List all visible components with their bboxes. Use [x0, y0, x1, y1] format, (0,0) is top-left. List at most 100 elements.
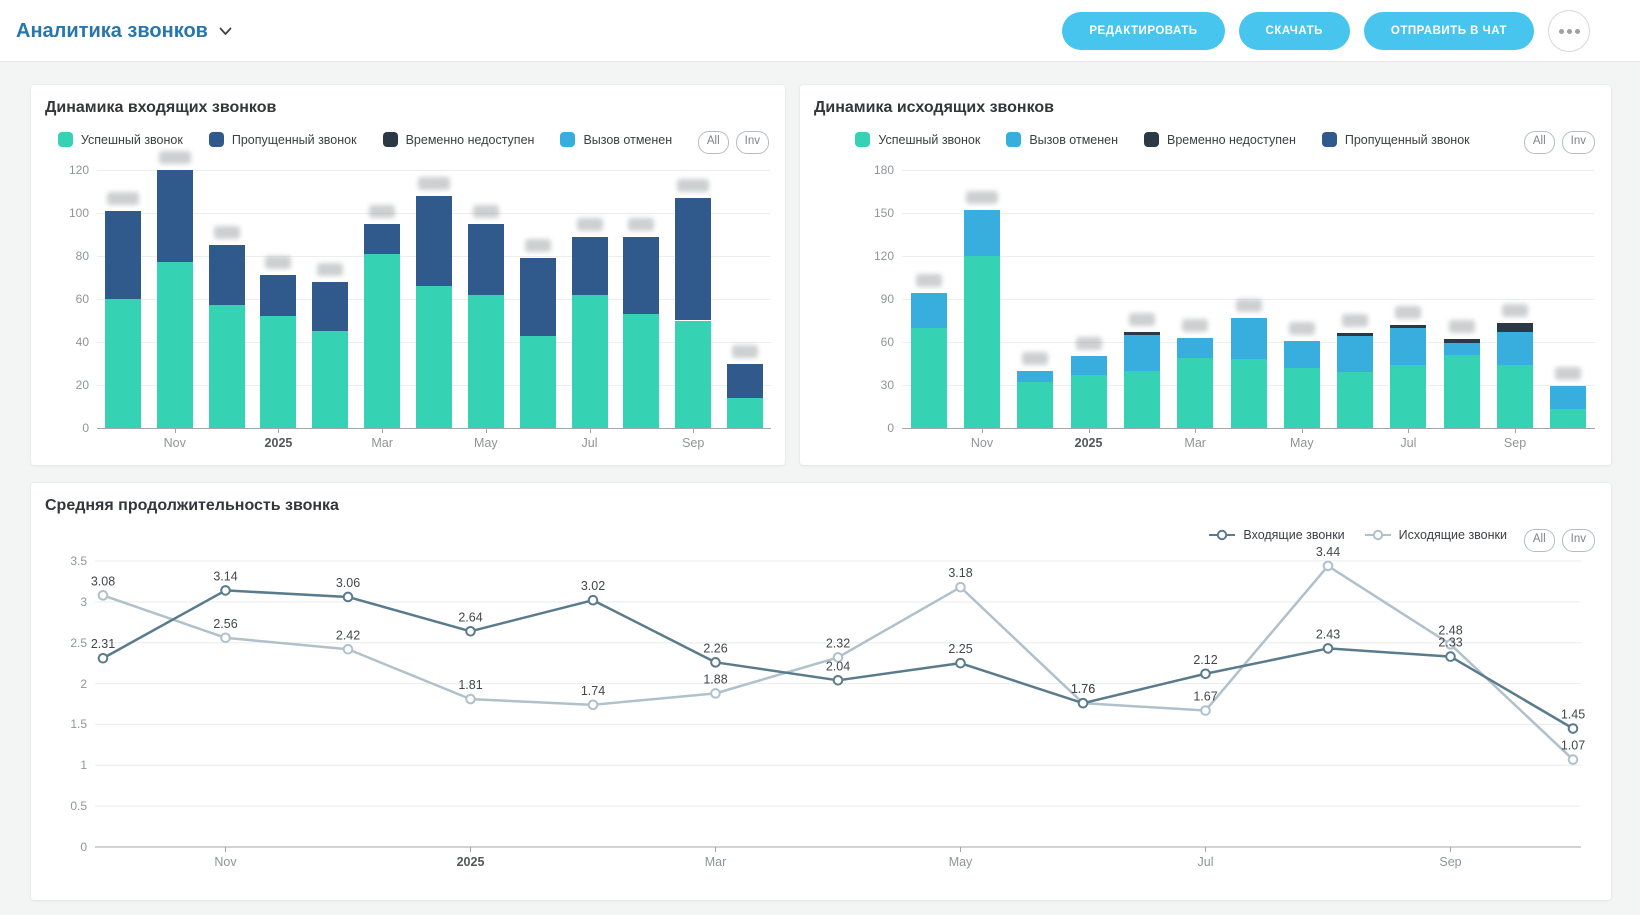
bar-segment[interactable]: [1390, 365, 1426, 428]
incoming-calls-card: Динамика входящих звонков Успешный звоно…: [31, 85, 785, 465]
bar-segment[interactable]: [1444, 355, 1480, 428]
data-point-marker[interactable]: [1324, 644, 1333, 653]
bar-segment[interactable]: [209, 305, 245, 428]
x-axis-tick: [590, 428, 591, 433]
more-options-button[interactable]: [1548, 10, 1590, 52]
bar-segment[interactable]: [260, 316, 296, 428]
bar-segment[interactable]: [1497, 365, 1533, 428]
x-axis-label: Sep: [1439, 855, 1461, 869]
bar-segment[interactable]: [623, 314, 659, 428]
bar-segment[interactable]: [1124, 332, 1160, 335]
bar-segment[interactable]: [911, 293, 947, 327]
bar-segment[interactable]: [911, 328, 947, 428]
data-point-marker[interactable]: [466, 695, 475, 704]
bar-segment[interactable]: [209, 245, 245, 305]
bar-segment[interactable]: [1284, 368, 1320, 428]
edit-button[interactable]: РЕДАКТИРОВАТЬ: [1062, 12, 1224, 50]
bar-segment[interactable]: [105, 211, 141, 299]
bar-segment[interactable]: [157, 262, 193, 428]
bar-segment[interactable]: [364, 254, 400, 428]
redacted-value-label: [1182, 319, 1208, 332]
data-point-marker[interactable]: [466, 627, 475, 636]
bar-segment[interactable]: [1231, 359, 1267, 428]
bar-segment[interactable]: [572, 295, 608, 428]
data-point-marker[interactable]: [344, 593, 353, 602]
download-button[interactable]: СКАЧАТЬ: [1239, 12, 1350, 50]
data-point-marker[interactable]: [99, 591, 108, 600]
send-to-chat-button[interactable]: ОТПРАВИТЬ В ЧАТ: [1364, 12, 1534, 50]
bar-segment[interactable]: [416, 196, 452, 286]
bar-segment[interactable]: [1390, 325, 1426, 328]
data-point-marker[interactable]: [1446, 652, 1455, 661]
data-point-label: 2.56: [213, 617, 237, 631]
bar-segment[interactable]: [1444, 343, 1480, 354]
bar-segment[interactable]: [468, 224, 504, 295]
bar-segment[interactable]: [260, 275, 296, 316]
redacted-value-label: [966, 191, 998, 204]
bar-segment[interactable]: [1071, 375, 1107, 428]
data-point-marker[interactable]: [344, 645, 353, 654]
bar-segment[interactable]: [1337, 336, 1373, 372]
bar-segment[interactable]: [1231, 318, 1267, 360]
bar-segment[interactable]: [1390, 328, 1426, 365]
bar-segment[interactable]: [1177, 358, 1213, 428]
bar-segment[interactable]: [312, 331, 348, 428]
data-point-marker[interactable]: [1324, 562, 1333, 571]
data-point-label: 2.31: [91, 637, 115, 651]
data-point-marker[interactable]: [956, 659, 965, 668]
redacted-value-label: [369, 205, 395, 218]
bar-segment[interactable]: [364, 224, 400, 254]
data-point-label: 3.44: [1316, 545, 1340, 559]
bar-segment[interactable]: [520, 258, 556, 335]
bar-segment[interactable]: [1550, 386, 1586, 409]
data-point-marker[interactable]: [589, 701, 598, 710]
data-point-marker[interactable]: [1569, 724, 1578, 733]
bar-segment[interactable]: [1337, 333, 1373, 336]
bar-segment[interactable]: [1497, 323, 1533, 332]
y-axis-label: 30: [848, 378, 894, 392]
bar-segment[interactable]: [1497, 332, 1533, 365]
bar-segment[interactable]: [727, 398, 763, 428]
bar-segment[interactable]: [1444, 339, 1480, 343]
bar-segment[interactable]: [675, 321, 711, 429]
bar-segment[interactable]: [1284, 341, 1320, 368]
data-point-marker[interactable]: [221, 634, 230, 643]
data-point-marker[interactable]: [99, 654, 108, 663]
bar-segment[interactable]: [964, 210, 1000, 256]
bar-segment[interactable]: [1124, 371, 1160, 428]
bar-segment[interactable]: [1017, 382, 1053, 428]
bar-segment[interactable]: [416, 286, 452, 428]
data-point-marker[interactable]: [834, 676, 843, 685]
bar-segment[interactable]: [1071, 356, 1107, 375]
bar-segment[interactable]: [572, 237, 608, 295]
data-point-marker[interactable]: [221, 586, 230, 595]
bar-segment[interactable]: [1177, 338, 1213, 358]
x-axis-label: Nov: [214, 855, 236, 869]
bar-segment[interactable]: [1124, 335, 1160, 371]
redacted-value-label: [317, 263, 343, 276]
bar-segment[interactable]: [1017, 371, 1053, 382]
redacted-value-label: [214, 226, 240, 239]
report-title-dropdown[interactable]: Аналитика звонков: [16, 0, 232, 62]
data-point-marker[interactable]: [956, 583, 965, 592]
data-point-marker[interactable]: [711, 689, 720, 698]
bar-segment[interactable]: [1337, 372, 1373, 428]
data-point-marker[interactable]: [589, 596, 598, 605]
bar-segment[interactable]: [623, 237, 659, 314]
data-point-marker[interactable]: [1079, 699, 1088, 708]
y-axis-label: 60: [848, 335, 894, 349]
bar-segment[interactable]: [1550, 409, 1586, 428]
x-axis-label: May: [474, 436, 498, 450]
bar-segment[interactable]: [157, 170, 193, 262]
bar-segment[interactable]: [105, 299, 141, 428]
bar-segment[interactable]: [675, 198, 711, 321]
bar-segment[interactable]: [727, 364, 763, 398]
data-point-marker[interactable]: [1201, 669, 1210, 678]
bar-segment[interactable]: [312, 282, 348, 331]
bar-segment[interactable]: [520, 336, 556, 428]
bar-segment[interactable]: [964, 256, 1000, 428]
bar-segment[interactable]: [468, 295, 504, 428]
data-point-marker[interactable]: [711, 658, 720, 667]
data-point-marker[interactable]: [1569, 755, 1578, 764]
data-point-marker[interactable]: [1201, 706, 1210, 715]
